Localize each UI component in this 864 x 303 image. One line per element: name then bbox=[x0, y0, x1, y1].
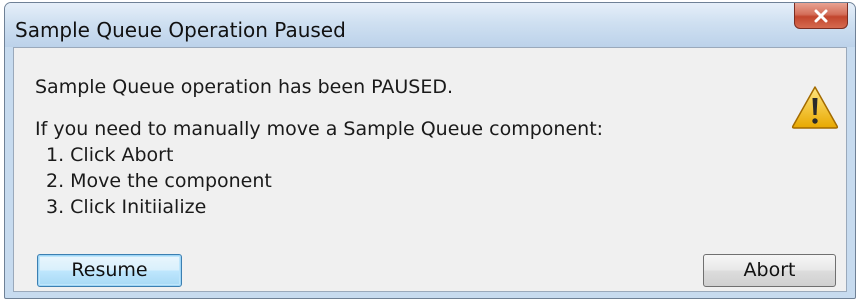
step-1-text: 1. Click Abort bbox=[46, 144, 174, 166]
step-2-text: 2. Move the component bbox=[46, 170, 272, 192]
window-title: Sample Queue Operation Paused bbox=[15, 18, 346, 42]
dialog-window: Sample Queue Operation Paused Sample Que… bbox=[4, 2, 856, 299]
close-button[interactable] bbox=[794, 3, 848, 29]
dialog-content: Sample Queue operation has been PAUSED. … bbox=[13, 47, 847, 292]
close-icon bbox=[814, 9, 828, 22]
paused-status-text: Sample Queue operation has been PAUSED. bbox=[35, 76, 454, 98]
resume-button[interactable]: Resume bbox=[37, 254, 182, 287]
step-3-text: 3. Click Initiialize bbox=[46, 196, 207, 218]
abort-button[interactable]: Abort bbox=[703, 254, 836, 287]
instruction-text: If you need to manually move a Sample Qu… bbox=[35, 118, 604, 140]
title-bar[interactable]: Sample Queue Operation Paused bbox=[5, 3, 855, 47]
warning-icon bbox=[791, 86, 839, 129]
